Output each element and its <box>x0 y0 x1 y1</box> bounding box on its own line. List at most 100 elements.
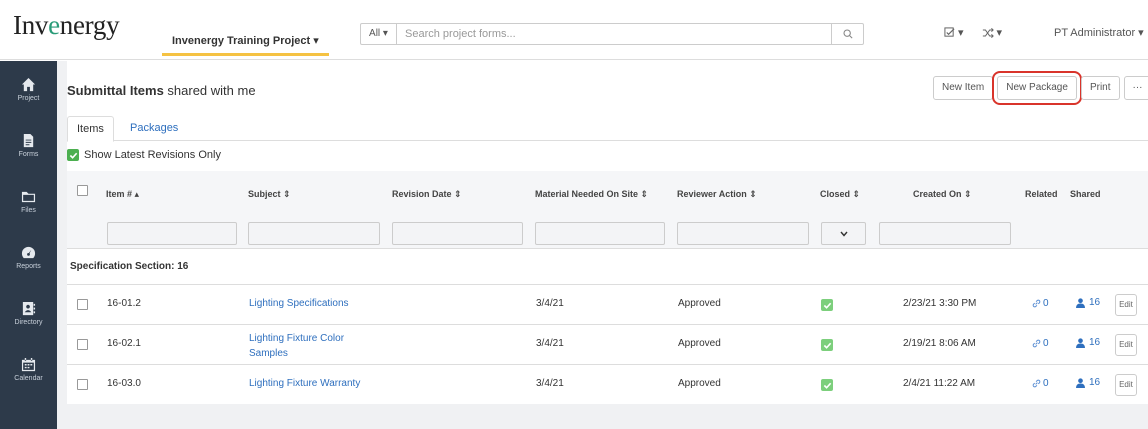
item-number: 16-02.1 <box>107 338 141 349</box>
contact-book-icon <box>22 301 36 315</box>
user-menu[interactable]: PT Administrator ▾ <box>1054 26 1144 39</box>
column-header-closed[interactable]: Closed ⇕ <box>820 171 860 217</box>
edit-button[interactable]: Edit <box>1115 374 1137 396</box>
top-actions: ▾ ▾ <box>944 26 1002 39</box>
shuffle-icon <box>982 27 994 38</box>
group-header: Specification Section: 16 <box>67 248 1148 284</box>
edit-button[interactable]: Edit <box>1115 294 1137 316</box>
closed-check-icon <box>821 339 833 351</box>
search-button[interactable] <box>831 24 863 44</box>
filter-reviewer[interactable] <box>677 222 809 245</box>
closed-check-icon <box>821 379 833 391</box>
filter-created[interactable] <box>879 222 1011 245</box>
document-icon <box>23 133 34 147</box>
item-number: 16-01.2 <box>107 298 141 309</box>
user-icon <box>1076 297 1085 308</box>
created-on: 2/23/21 3:30 PM <box>903 298 977 309</box>
created-on: 2/4/21 11:22 AM <box>903 378 976 389</box>
row-checkbox[interactable] <box>77 339 88 350</box>
toolbar: New Item New Package Print ··· <box>933 71 1148 105</box>
checkmark-icon <box>69 152 77 159</box>
column-header-shared: Shared <box>1070 189 1101 199</box>
column-header-reviewer[interactable]: Reviewer Action ⇕ <box>677 171 757 217</box>
subject-link[interactable]: Lighting Fixture Warranty <box>249 378 360 389</box>
column-header-item[interactable]: Item # ▴ <box>106 171 139 217</box>
column-header-revision-date[interactable]: Revision Date ⇕ <box>392 171 462 217</box>
column-header-created[interactable]: Created On ⇕ <box>913 171 972 217</box>
filter-item[interactable] <box>107 222 237 245</box>
reviewer-action: Approved <box>678 378 721 389</box>
tasks-menu[interactable]: ▾ <box>944 26 964 39</box>
related-link[interactable]: 0 <box>1032 378 1049 389</box>
select-all-checkbox[interactable] <box>77 185 88 196</box>
user-icon <box>1076 337 1085 348</box>
shared-link[interactable]: 16 <box>1076 377 1100 388</box>
latest-revisions-checkbox[interactable] <box>67 149 79 161</box>
search-icon <box>842 29 853 39</box>
search-scope-dropdown[interactable]: All ▾ <box>361 24 397 44</box>
related-link[interactable]: 0 <box>1032 338 1049 349</box>
page-title: Submittal Items shared with me <box>67 83 256 98</box>
user-icon <box>1076 377 1085 388</box>
project-selector[interactable]: Invenergy Training Project ▾ <box>162 26 329 56</box>
material-date: 3/4/21 <box>536 298 564 309</box>
reviewer-action: Approved <box>678 298 721 309</box>
workflow-menu[interactable]: ▾ <box>982 26 1002 39</box>
row-checkbox[interactable] <box>77 379 88 390</box>
edit-button[interactable]: Edit <box>1115 334 1137 356</box>
item-number: 16-03.0 <box>107 378 141 389</box>
search-bar: All ▾ <box>360 23 864 45</box>
project-name: Invenergy Training Project ▾ <box>172 35 319 47</box>
sidebar-item-calendar[interactable]: Calendar <box>0 341 57 397</box>
main-content: Submittal Items shared with me New Item … <box>57 61 1148 429</box>
subject-link[interactable]: Lighting Fixture Color Samples <box>249 331 369 361</box>
sidebar-item-directory[interactable]: Directory <box>0 285 57 341</box>
filter-closed-dropdown[interactable] <box>821 222 866 245</box>
sidebar-item-files[interactable]: Files <box>0 173 57 229</box>
shared-link[interactable]: 16 <box>1076 337 1100 348</box>
new-item-button[interactable]: New Item <box>933 76 994 100</box>
sidebar-item-forms[interactable]: Forms <box>0 117 57 173</box>
latest-revisions-label: Show Latest Revisions Only <box>84 149 221 161</box>
material-date: 3/4/21 <box>536 378 564 389</box>
print-button[interactable]: Print <box>1080 76 1120 100</box>
sidebar: Project Forms Files Reports Directory Ca… <box>0 61 57 429</box>
link-icon <box>1032 339 1041 348</box>
column-header-subject[interactable]: Subject ⇕ <box>248 171 291 217</box>
dashboard-icon <box>21 246 36 258</box>
sidebar-item-reports[interactable]: Reports <box>0 229 57 285</box>
calendar-icon <box>21 357 36 371</box>
more-button[interactable]: ··· <box>1123 76 1148 100</box>
top-bar: Invenergy Invenergy Training Project ▾ A… <box>0 0 1148 60</box>
folder-icon <box>21 191 36 202</box>
new-package-button[interactable]: New Package <box>992 71 1082 105</box>
filter-revision-date[interactable] <box>392 222 523 245</box>
subject-link[interactable]: Lighting Specifications <box>249 298 349 309</box>
column-header-material[interactable]: Material Needed On Site ⇕ <box>535 171 648 217</box>
invenergy-logo[interactable]: Invenergy <box>13 10 120 41</box>
column-header-related: Related <box>1025 189 1058 199</box>
table-row: 16-03.0 Lighting Fixture Warranty 3/4/21… <box>67 364 1148 404</box>
filter-subject[interactable] <box>248 222 380 245</box>
closed-check-icon <box>821 299 833 311</box>
tab-items[interactable]: Items <box>67 116 114 142</box>
filter-material[interactable] <box>535 222 665 245</box>
home-icon <box>21 77 36 91</box>
shared-link[interactable]: 16 <box>1076 297 1100 308</box>
link-icon <box>1032 379 1041 388</box>
reviewer-action: Approved <box>678 338 721 349</box>
search-input[interactable] <box>397 24 831 44</box>
chevron-down-icon <box>839 231 848 237</box>
checkbox-icon <box>944 27 955 37</box>
latest-revisions-toggle[interactable]: Show Latest Revisions Only <box>67 149 221 161</box>
table-row: 16-02.1 Lighting Fixture Color Samples 3… <box>67 324 1148 364</box>
created-on: 2/19/21 8:06 AM <box>903 338 976 349</box>
submittal-panel: Submittal Items shared with me New Item … <box>67 61 1148 404</box>
tab-packages[interactable]: Packages <box>121 116 187 142</box>
table-row: 16-01.2 Lighting Specifications 3/4/21 A… <box>67 284 1148 324</box>
sidebar-item-project[interactable]: Project <box>0 61 57 117</box>
tab-bar: Items Packages <box>67 113 1148 142</box>
related-link[interactable]: 0 <box>1032 298 1049 309</box>
row-checkbox[interactable] <box>77 299 88 310</box>
material-date: 3/4/21 <box>536 338 564 349</box>
